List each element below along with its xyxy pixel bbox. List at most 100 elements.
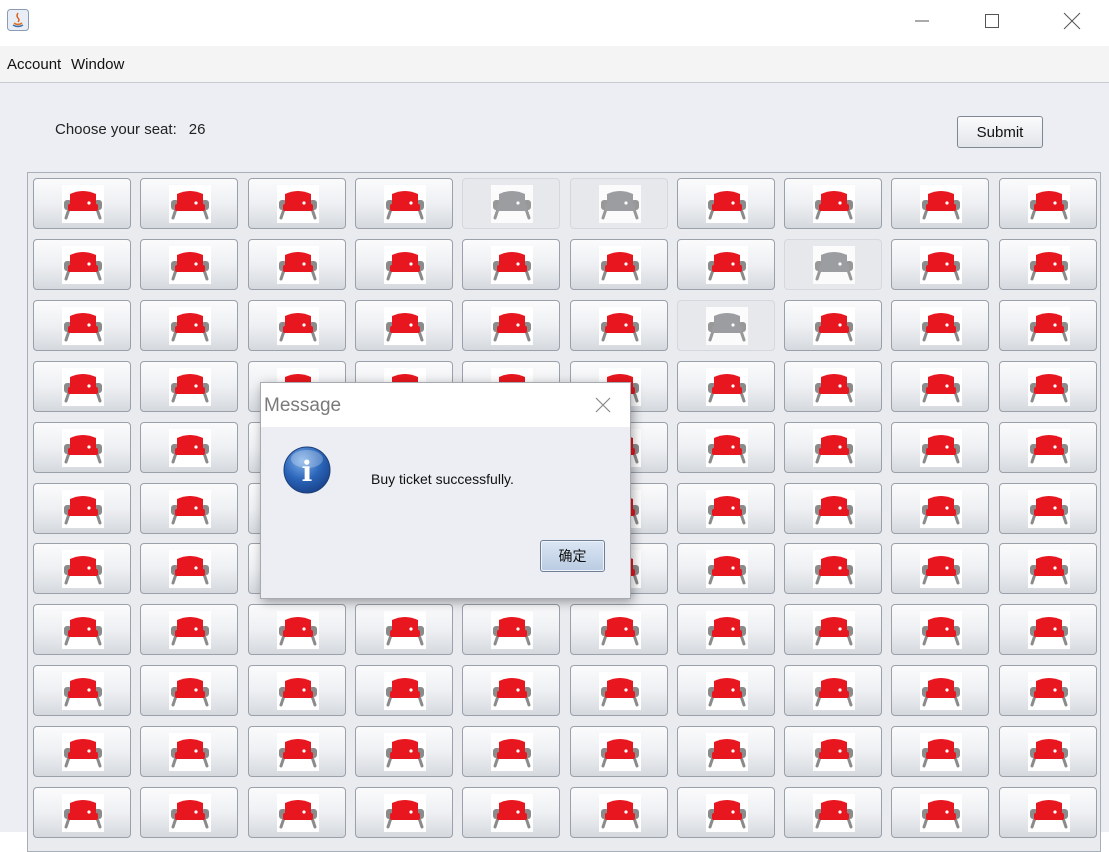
seat-button[interactable]	[784, 665, 883, 717]
seat-button[interactable]	[569, 604, 668, 656]
seat-button[interactable]	[247, 787, 346, 838]
seat-button[interactable]	[569, 299, 668, 351]
seat-button[interactable]	[891, 726, 990, 778]
seat-button[interactable]	[140, 726, 239, 778]
seat-button[interactable]	[891, 360, 990, 412]
seat-button[interactable]	[676, 178, 775, 229]
seat-button[interactable]	[784, 421, 883, 473]
seat-button[interactable]	[247, 604, 346, 656]
seat-button[interactable]	[354, 787, 453, 838]
seat-button[interactable]	[140, 421, 239, 473]
seat-button[interactable]	[354, 299, 453, 351]
seat-button[interactable]	[33, 421, 131, 473]
seat-button[interactable]	[784, 299, 883, 351]
seat-button[interactable]	[784, 787, 883, 838]
seat-button[interactable]	[676, 604, 775, 656]
seat-button[interactable]	[784, 360, 883, 412]
minimize-button[interactable]	[902, 6, 942, 36]
seat-button[interactable]	[247, 299, 346, 351]
seat-button[interactable]	[891, 238, 990, 290]
seat-button[interactable]	[140, 665, 239, 717]
seat-button[interactable]	[891, 482, 990, 534]
seat-button[interactable]	[354, 726, 453, 778]
seat-button[interactable]	[462, 787, 561, 838]
seat-button[interactable]	[33, 604, 131, 656]
seat-button[interactable]	[998, 178, 1097, 229]
seat-button[interactable]	[676, 543, 775, 595]
seat-button[interactable]	[676, 665, 775, 717]
seat-button[interactable]	[33, 299, 131, 351]
seat-button[interactable]	[998, 482, 1097, 534]
seat-button[interactable]	[676, 421, 775, 473]
seat-button[interactable]	[247, 238, 346, 290]
seat-button[interactable]	[998, 787, 1097, 838]
seat-button[interactable]	[33, 543, 131, 595]
seat-button[interactable]	[676, 726, 775, 778]
seat-button[interactable]	[998, 604, 1097, 656]
seat-button[interactable]	[891, 421, 990, 473]
maximize-button[interactable]	[972, 6, 1012, 36]
seat-button[interactable]	[569, 726, 668, 778]
seat-button[interactable]	[998, 665, 1097, 717]
seat-button[interactable]	[998, 543, 1097, 595]
seat-button[interactable]	[354, 665, 453, 717]
seat-button[interactable]	[784, 543, 883, 595]
seat-button[interactable]	[140, 238, 239, 290]
seat-button[interactable]	[569, 787, 668, 838]
seat-button[interactable]	[676, 787, 775, 838]
seat-button[interactable]	[891, 178, 990, 229]
seat-button[interactable]	[33, 238, 131, 290]
seat-button[interactable]	[462, 665, 561, 717]
seat-button[interactable]	[676, 360, 775, 412]
seat-button[interactable]	[891, 665, 990, 717]
seat-button[interactable]	[784, 178, 883, 229]
seat-button[interactable]	[33, 482, 131, 534]
seat-button[interactable]	[998, 726, 1097, 778]
seat-button[interactable]	[462, 238, 561, 290]
seat-button[interactable]	[998, 421, 1097, 473]
seat-button[interactable]	[891, 604, 990, 656]
seat-button[interactable]	[784, 726, 883, 778]
seat-button[interactable]	[140, 299, 239, 351]
seat-button[interactable]	[676, 482, 775, 534]
seat-button[interactable]	[247, 178, 346, 229]
seat-button[interactable]	[784, 482, 883, 534]
seat-button[interactable]	[247, 726, 346, 778]
submit-button[interactable]: Submit	[957, 116, 1043, 148]
seat-button[interactable]	[998, 360, 1097, 412]
seat-button[interactable]	[33, 726, 131, 778]
seat-button[interactable]	[354, 604, 453, 656]
seat-button[interactable]	[247, 665, 346, 717]
dialog-close-button[interactable]	[589, 391, 617, 419]
seat-button[interactable]	[462, 726, 561, 778]
seat-button[interactable]	[140, 482, 239, 534]
menu-window[interactable]: Window	[71, 56, 124, 73]
seat-button[interactable]	[33, 665, 131, 717]
seat-button[interactable]	[569, 238, 668, 290]
seat-button[interactable]	[140, 604, 239, 656]
seat-button[interactable]	[676, 238, 775, 290]
ok-button[interactable]: 确定	[540, 540, 605, 572]
seat-button[interactable]	[140, 360, 239, 412]
seat-button[interactable]	[33, 360, 131, 412]
seat-button[interactable]	[140, 787, 239, 838]
seat-button[interactable]	[462, 604, 561, 656]
seat-button[interactable]	[891, 543, 990, 595]
sofa-icon	[383, 611, 426, 650]
seat-button[interactable]	[784, 604, 883, 656]
seat-button[interactable]	[462, 299, 561, 351]
menu-account[interactable]: Account	[7, 56, 61, 73]
seat-button[interactable]	[140, 543, 239, 595]
close-window-button[interactable]	[1052, 6, 1092, 36]
seat-button[interactable]	[33, 178, 131, 229]
seat-button[interactable]	[998, 238, 1097, 290]
seat-button[interactable]	[354, 238, 453, 290]
seat-button[interactable]	[33, 787, 131, 838]
seat-button[interactable]	[569, 665, 668, 717]
seat-button[interactable]	[891, 299, 990, 351]
seat-button[interactable]	[891, 787, 990, 838]
seat-button[interactable]	[140, 178, 239, 229]
seat-button[interactable]	[998, 299, 1097, 351]
seat-button[interactable]	[354, 178, 453, 229]
sofa-icon	[276, 611, 319, 650]
